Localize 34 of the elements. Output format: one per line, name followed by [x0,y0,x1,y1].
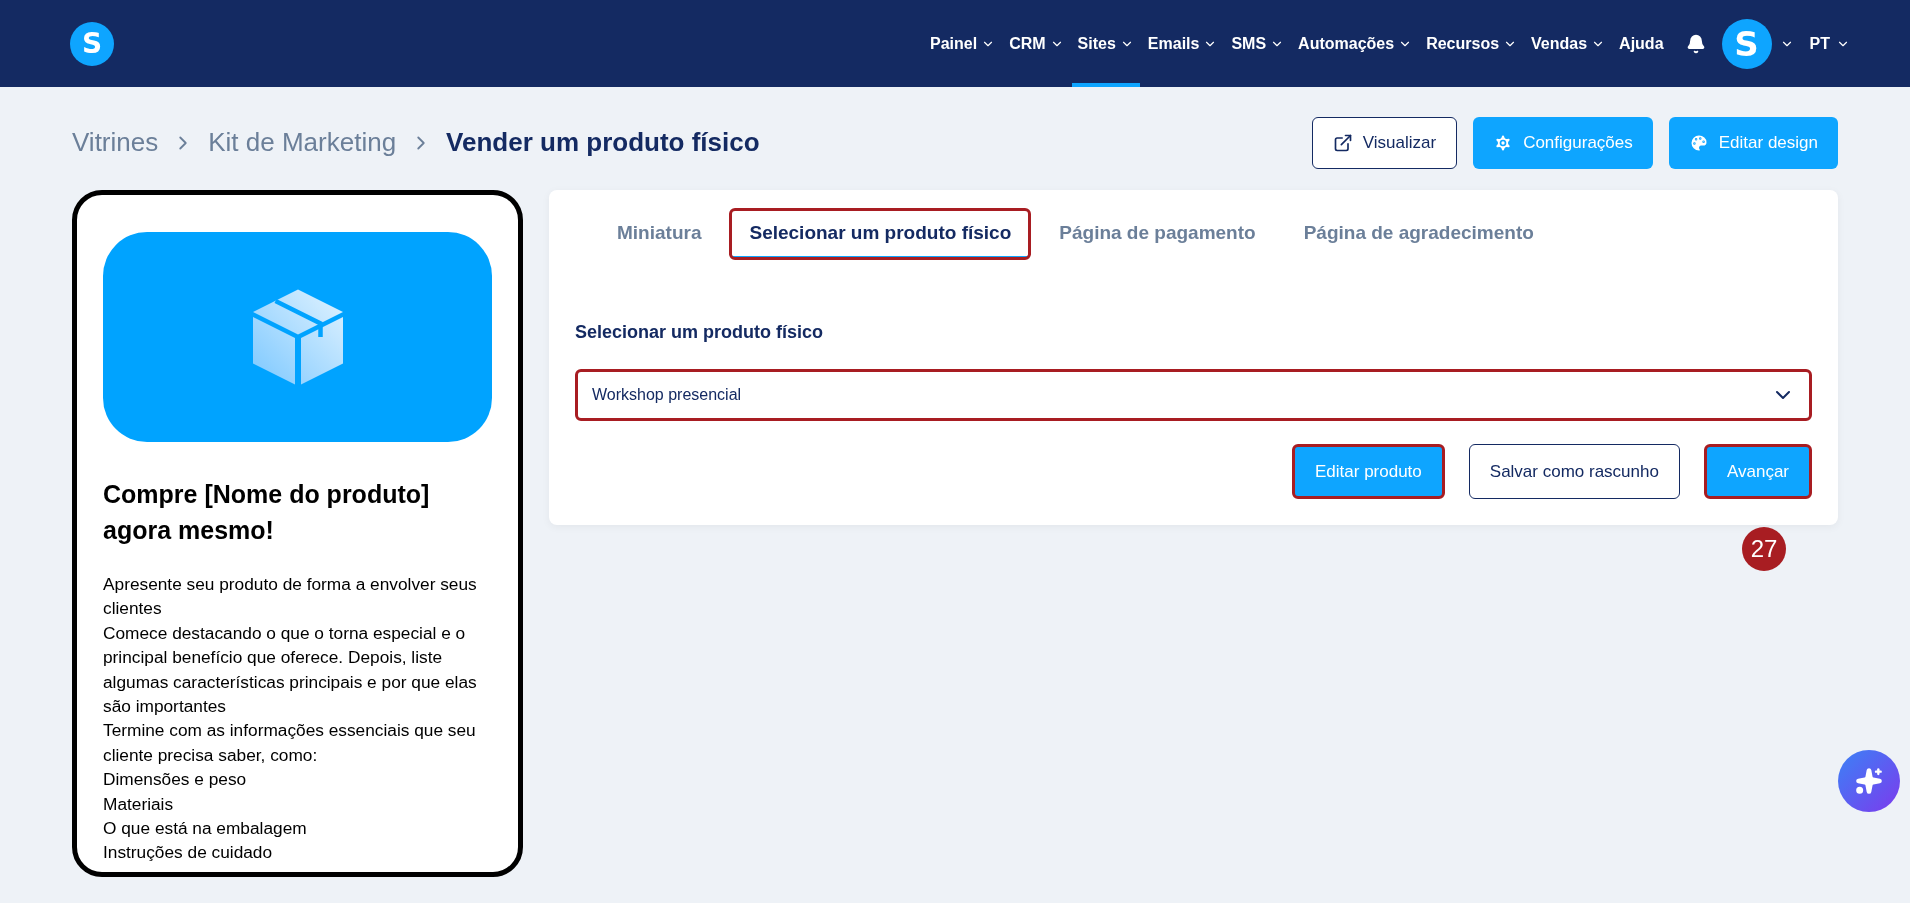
tab[interactable]: Página de pagamento [1041,210,1274,258]
breadcrumb-item[interactable]: Vitrines [72,127,159,158]
nav-item[interactable]: SMS [1225,0,1291,87]
step-badge: 27 [1742,527,1786,571]
preview-title: Compre [Nome do produto] agora mesmo! [103,479,431,546]
preview-text: O que está na embalagem [103,817,308,841]
nav-item[interactable]: Vendas [1525,0,1612,87]
breadcrumb-item: Vender um produto físico [446,127,760,158]
nav-item[interactable]: Emails [1141,0,1224,87]
preview-text: Instruções de cuidado [103,841,274,865]
bell-icon[interactable] [1685,33,1706,54]
tab[interactable]: Página de agradecimento [1285,210,1552,258]
action-button[interactable]: Salvar como rascunho [1468,444,1680,499]
preview-text: Comece destacando o que o torna especial e o principal benefício que oferece. Depois, liste algumas características principais e por que elas são importantes [103,621,478,719]
nav-item[interactable]: Painel [924,0,1002,87]
preview-text: Apresente seu produto de forma a envolver seus clientes [103,573,478,621]
preview-text: Dimensões e peso [103,768,248,792]
product-select[interactable]: Workshop presencial [575,369,1812,421]
nav-item[interactable]: Automações [1292,0,1419,87]
palette-icon [1688,132,1709,153]
nav-item[interactable]: Recursos [1420,0,1524,87]
nav-item[interactable]: CRM [1003,0,1070,87]
preview-text: Materiais [103,792,175,816]
sparkle-icon [1855,767,1883,795]
external-link-icon [1332,132,1353,153]
nav-item[interactable]: Ajuda [1613,0,1670,87]
tab[interactable]: Miniatura [599,210,720,258]
tab[interactable]: Selecionar um produto físico [731,210,1030,258]
field-label: Selecionar um produto físico [575,322,825,343]
preview-text: Termine com as informações essenciais que seu cliente precisa saber, como: [103,719,477,767]
language-menu[interactable]: PT [1809,0,1850,87]
header-button[interactable]: Visualizar [1311,116,1458,169]
breadcrumb-item[interactable]: Kit de Marketing [208,127,397,158]
nav-item[interactable]: Sites [1071,0,1140,87]
